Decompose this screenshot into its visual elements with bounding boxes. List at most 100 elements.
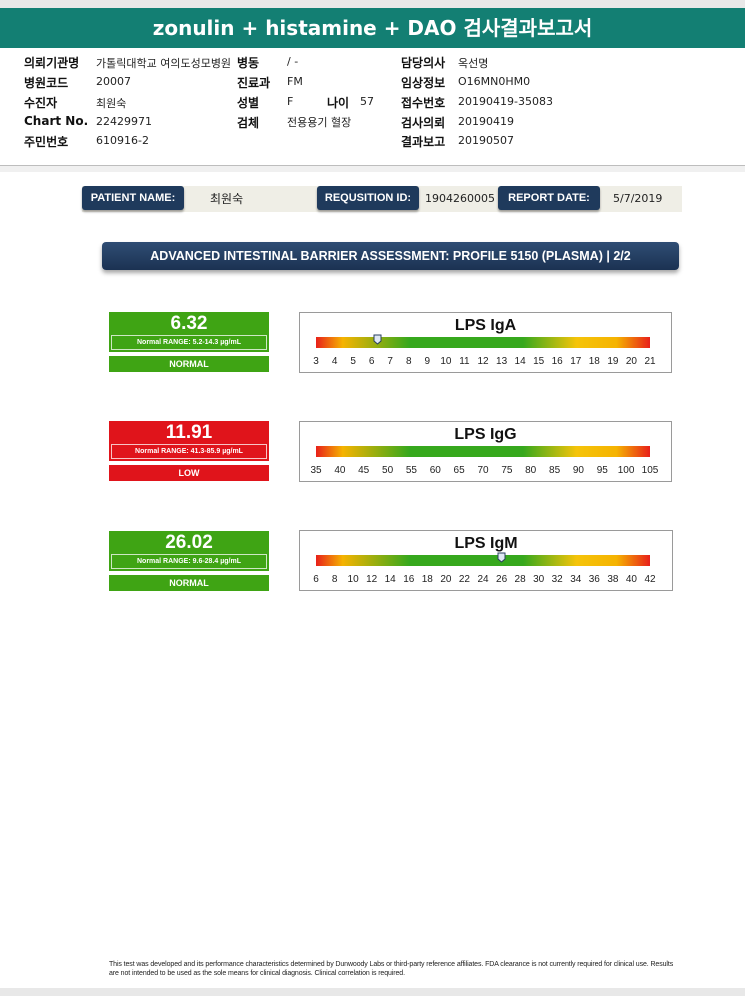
- gauge-tick-label: 14: [384, 574, 396, 585]
- gauge-tick-label: 32: [551, 574, 563, 585]
- patient-name-value: 최원숙: [210, 192, 244, 206]
- report-title: zonulin + histamine + DAO 검사결과보고서: [0, 8, 745, 48]
- gauge-tick-label: 95: [596, 465, 608, 476]
- result-value: 26.02: [165, 532, 213, 553]
- gauge-tick-label: 80: [525, 465, 537, 476]
- result-value-box: 6.32 Normal RANGE: 5.2-14.3 µg/mL: [109, 312, 269, 352]
- gauge-tick-label: 30: [533, 574, 545, 585]
- request-label: 검사의뢰: [401, 116, 446, 130]
- disclaimer-footnote: This test was developed and its performa…: [109, 961, 674, 977]
- gauge-tick-label: 40: [625, 574, 637, 585]
- patient-bar: PATIENT NAME: 최원숙 REQUSITION ID: 1904260…: [82, 186, 682, 212]
- gauge-scale-bar: [316, 555, 650, 566]
- patient-name-label: PATIENT NAME:: [82, 186, 184, 210]
- gauge-tick-label: 18: [588, 356, 600, 367]
- gauge-tick-label: 70: [477, 465, 489, 476]
- section-divider: [0, 166, 745, 172]
- gauge-tick-label: 18: [421, 574, 433, 585]
- age-value: 57: [360, 95, 374, 108]
- gauge-tick-label: 8: [406, 356, 412, 367]
- accession-value: 20190419-35083: [458, 95, 553, 108]
- sex-label: 성별: [237, 96, 260, 110]
- gauge-tick-label: 19: [607, 356, 619, 367]
- result-block: 11.91 Normal RANGE: 41.3-85.9 µg/mL LOW: [109, 421, 269, 481]
- gauge-tick-label: 20: [440, 574, 452, 585]
- report-value: 20190507: [458, 134, 514, 147]
- result-status-badge: NORMAL: [109, 356, 269, 372]
- id-value: 610916-2: [96, 134, 149, 147]
- gauge-tick-label: 3: [313, 356, 319, 367]
- gauge-title: LPS IgM: [454, 535, 518, 552]
- ward-value: / -: [287, 55, 299, 68]
- gauge-box: LPS IgA 3 4 5 6 7 8 9 10 11 12 13 14 15 16 17 18 19 20 21: [299, 312, 672, 373]
- requisition-id-label: REQUSITION ID:: [317, 186, 419, 210]
- gauge-tick-label: 17: [570, 356, 582, 367]
- gauge-tick-label: 8: [331, 574, 338, 585]
- doctor-value: 옥선명: [458, 57, 489, 70]
- report-label: 결과보고: [401, 135, 446, 149]
- gauge-tick-label: 65: [453, 465, 465, 476]
- gauge-tick-label: 36: [588, 574, 600, 585]
- gauge-tick-label: 85: [549, 465, 561, 476]
- dept-label: 진료과: [237, 76, 271, 90]
- gauge-tick-label: 100: [617, 465, 635, 476]
- normal-range: Normal RANGE: 41.3-85.9 µg/mL: [111, 444, 267, 459]
- top-strip: [0, 0, 745, 8]
- gauge-tick-label: 16: [403, 574, 415, 585]
- report-date-value: 5/7/2019: [613, 192, 663, 205]
- gauge-tick-label: 10: [440, 356, 452, 367]
- age-label: 나이: [327, 96, 350, 110]
- result-status-badge: NORMAL: [109, 575, 269, 591]
- gauge-marker-icon: [373, 334, 382, 345]
- gauge-tick-label: 11: [459, 356, 470, 367]
- gauge-tick-label: 45: [358, 465, 370, 476]
- result-value: 11.91: [165, 422, 213, 443]
- doctor-label: 담당의사: [401, 56, 446, 70]
- specimen-value: 전용용기 혈장: [287, 116, 352, 129]
- result-block: 26.02 Normal RANGE: 9.6-28.4 µg/mL NORMAL: [109, 531, 269, 591]
- chart-value: 22429971: [96, 115, 152, 128]
- gauge-title: LPS IgA: [454, 317, 517, 334]
- clinical-label: 임상정보: [401, 76, 446, 90]
- bottom-strip: [0, 988, 745, 996]
- result-value-box: 11.91 Normal RANGE: 41.3-85.9 µg/mL: [109, 421, 269, 461]
- gauge-tick-label: 34: [570, 574, 582, 585]
- gauge-tick-label: 12: [477, 356, 489, 367]
- hospital-value: 가톨릭대학교 여의도성모병원: [96, 57, 232, 70]
- gauge-tick-label: 9: [424, 356, 431, 367]
- request-value: 20190419: [458, 115, 514, 128]
- result-status-badge: LOW: [109, 465, 269, 481]
- gauge-tick-label: 7: [387, 356, 393, 367]
- gauge-tick-label: 40: [334, 465, 346, 476]
- gauge-tick-label: 35: [310, 465, 322, 476]
- dept-value: FM: [287, 75, 303, 88]
- patient-value: 최원숙: [96, 97, 127, 110]
- result-value: 6.32: [170, 313, 208, 334]
- hospital-label: 의뢰기관명: [24, 56, 80, 70]
- gauge-tick-label: 16: [551, 356, 563, 367]
- gauge-box: LPS IgG 35 40 45 50 55 60 65 70 75 80 85 90 95 100 105: [299, 421, 672, 482]
- gauge-tick-label: 6: [368, 356, 375, 367]
- gauge-tick-label: 90: [572, 465, 584, 476]
- gauge-tick-label: 14: [514, 356, 526, 367]
- result-block: 6.32 Normal RANGE: 5.2-14.3 µg/mL NORMAL: [109, 312, 269, 372]
- gauge-tick-label: 4: [331, 356, 338, 367]
- patient-label: 수진자: [24, 96, 58, 110]
- report-info-section: 의뢰기관명 가톨릭대학교 여의도성모병원 병동 / - 담당의사 옥선명 병원코…: [0, 48, 745, 166]
- code-value: 20007: [96, 75, 131, 88]
- gauge-tick-label: 26: [496, 574, 508, 585]
- clinical-value: O16MN0HM0: [458, 75, 531, 88]
- gauge-tick-label: 28: [514, 574, 526, 585]
- gauge-tick-label: 75: [501, 465, 513, 476]
- gauge-marker-icon: [497, 552, 506, 563]
- normal-range: Normal RANGE: 9.6-28.4 µg/mL: [111, 554, 267, 569]
- ward-label: 병동: [237, 56, 260, 70]
- gauge-tick-label: 55: [405, 465, 417, 476]
- report-date-label: REPORT DATE:: [498, 186, 600, 210]
- gauge-tick-label: 50: [382, 465, 394, 476]
- id-label: 주민번호: [24, 135, 69, 149]
- gauge-tick-label: 24: [477, 574, 489, 585]
- gauge-tick-label: 6: [313, 574, 319, 585]
- sex-value: F: [287, 95, 294, 108]
- chart-label: Chart No.: [24, 114, 89, 128]
